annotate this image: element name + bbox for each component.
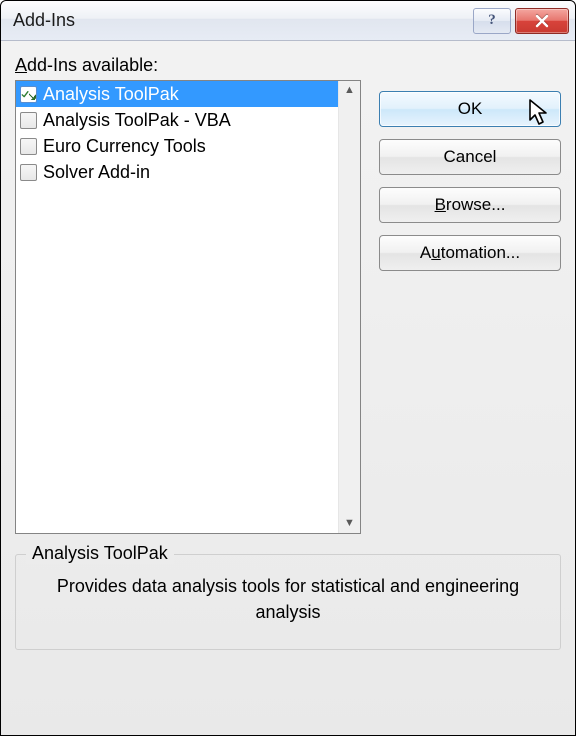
addins-dialog: Add-Ins ? Add-Ins available: [0,0,576,736]
addins-available-rest: dd-Ins available: [27,55,158,75]
checkbox-icon[interactable] [20,86,37,103]
ok-button-label: OK [458,99,483,119]
close-icon [534,14,550,28]
ok-button[interactable]: OK [379,91,561,127]
addins-listbox[interactable]: Analysis ToolPak Analysis ToolPak - VBA [15,80,361,534]
client-area: Add-Ins available: Analysis ToolPak [1,41,575,735]
scroll-down-icon[interactable]: ▼ [344,518,355,529]
help-button[interactable]: ? [473,8,511,34]
addins-available-accel: A [15,55,27,75]
automation-button-label: Automation... [420,243,520,263]
spacer [379,55,561,79]
window-title: Add-Ins [13,10,469,31]
list-item[interactable]: Analysis ToolPak - VBA [16,107,338,133]
checkbox-icon[interactable] [20,164,37,181]
addins-available-label: Add-Ins available: [15,55,361,76]
scrollbar[interactable]: ▲ ▼ [338,81,360,533]
list-item[interactable]: Euro Currency Tools [16,133,338,159]
button-column: OK Cancel Browse... Automation... [379,55,561,534]
description-text: Provides data analysis tools for statist… [36,573,540,625]
close-button[interactable] [515,8,569,34]
list-item-label: Analysis ToolPak - VBA [43,110,231,131]
list-item[interactable]: Solver Add-in [16,159,338,185]
list-item-label: Analysis ToolPak [43,84,179,105]
checkbox-icon[interactable] [20,138,37,155]
top-row: Add-Ins available: Analysis ToolPak [15,55,561,534]
description-title: Analysis ToolPak [26,543,174,564]
list-item-label: Euro Currency Tools [43,136,206,157]
list-item[interactable]: Analysis ToolPak [16,81,338,107]
title-bar: Add-Ins ? [1,1,575,41]
automation-button[interactable]: Automation... [379,235,561,271]
checkbox-icon[interactable] [20,112,37,129]
cursor-icon [528,98,554,128]
scroll-up-icon[interactable]: ▲ [344,85,355,96]
cancel-button[interactable]: Cancel [379,139,561,175]
cancel-button-label: Cancel [444,147,497,167]
browse-button[interactable]: Browse... [379,187,561,223]
addins-list-items: Analysis ToolPak Analysis ToolPak - VBA [16,81,338,533]
description-groupbox: Analysis ToolPak Provides data analysis … [15,554,561,650]
list-item-label: Solver Add-in [43,162,150,183]
browse-button-label: Browse... [435,195,506,215]
addins-list-section: Add-Ins available: Analysis ToolPak [15,55,361,534]
